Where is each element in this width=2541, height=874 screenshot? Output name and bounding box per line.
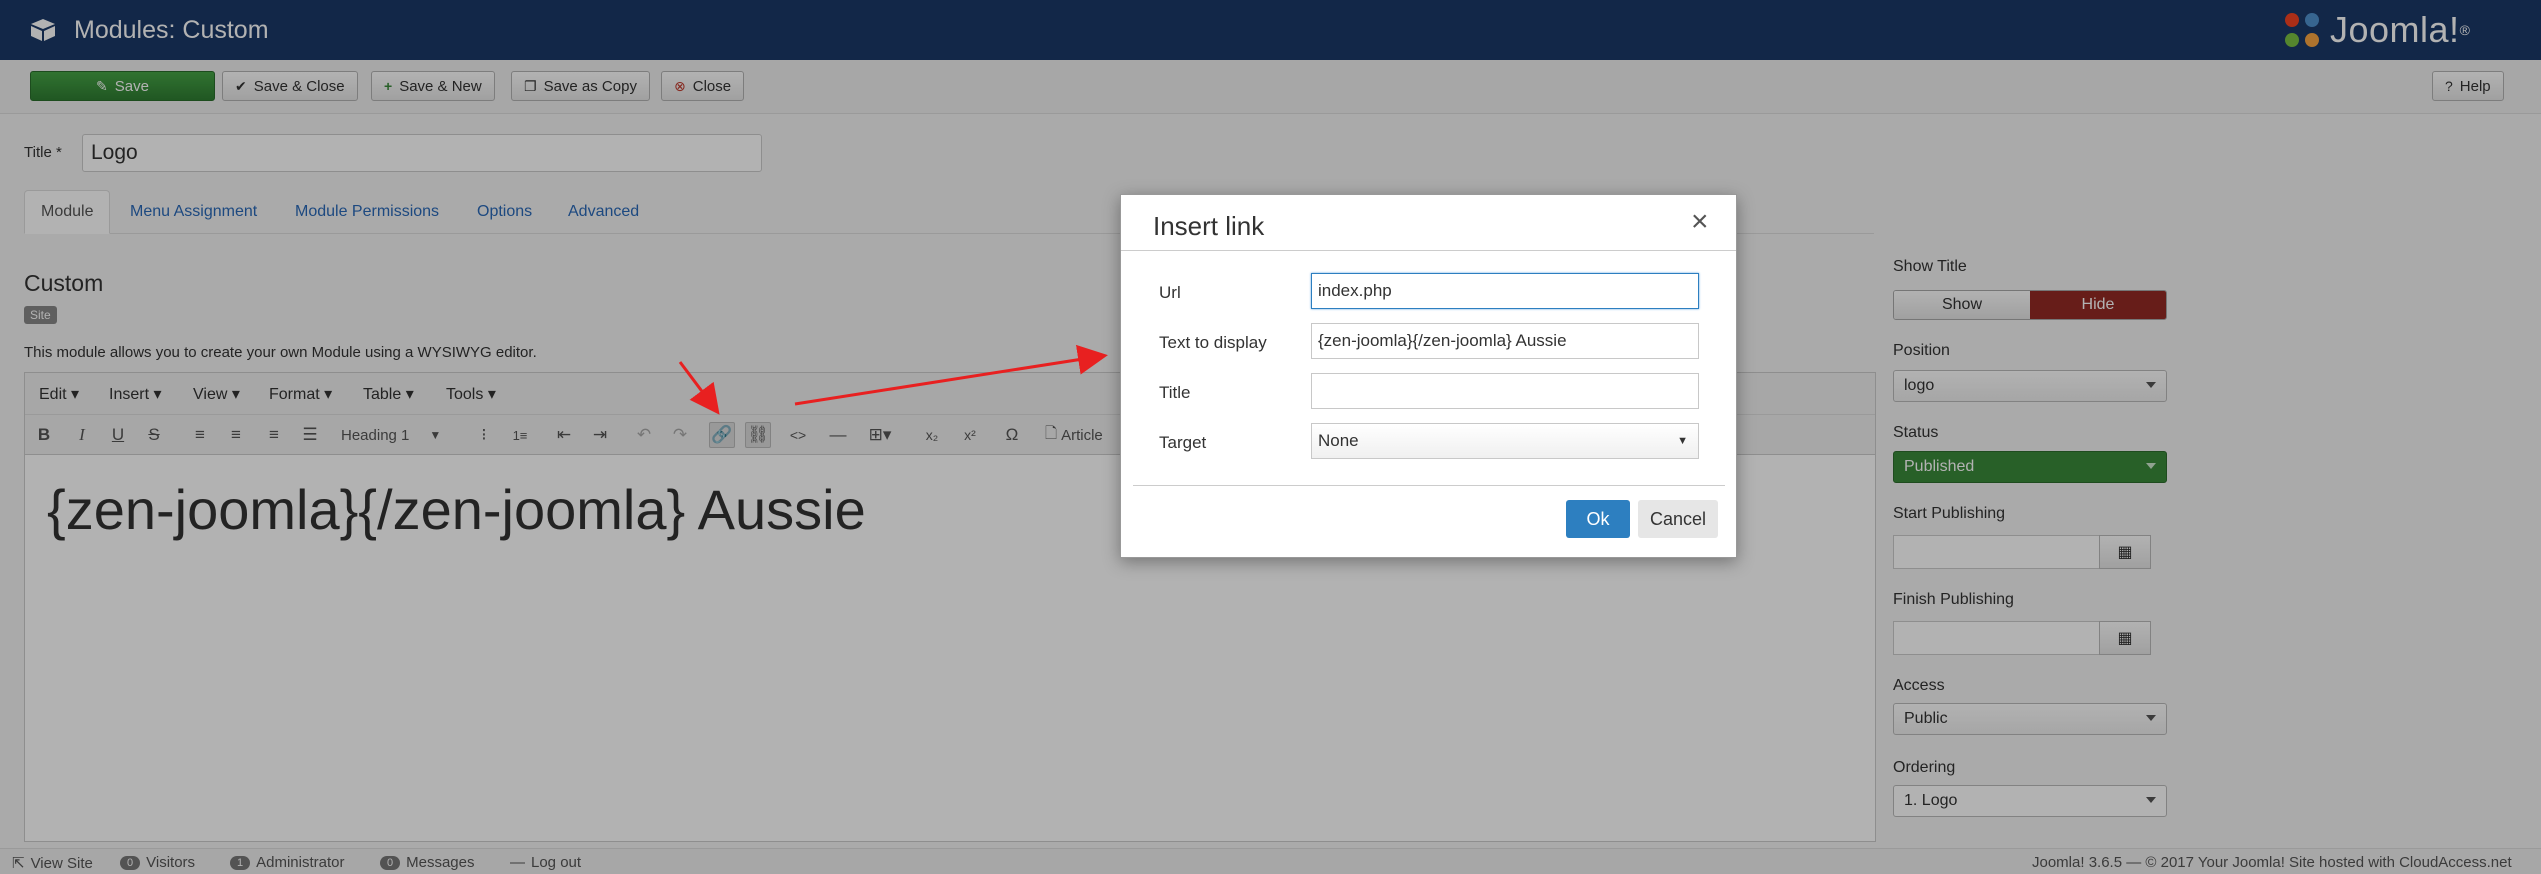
cancel-button[interactable]: Cancel (1638, 500, 1718, 538)
close-icon[interactable]: × (1691, 207, 1709, 237)
dialog-title: Insert link (1153, 211, 1265, 241)
text-to-display-input[interactable]: {zen-joomla}{/zen-joomla} Aussie (1311, 323, 1699, 359)
caret-down-icon: ▼ (1677, 435, 1688, 447)
link-title-label: Title (1159, 383, 1191, 402)
insert-link-dialog: Insert link × Url index.php Text to disp… (1120, 194, 1737, 558)
url-input[interactable]: index.php (1311, 273, 1699, 309)
target-select[interactable]: None ▼ (1311, 423, 1699, 459)
target-label: Target (1159, 433, 1207, 452)
target-value: None (1318, 431, 1359, 450)
link-title-input[interactable] (1311, 373, 1699, 409)
ok-button[interactable]: Ok (1566, 500, 1630, 538)
text-to-display-label: Text to display (1159, 333, 1267, 352)
arrow-to-link-button (678, 361, 720, 415)
url-label: Url (1159, 283, 1181, 302)
dialog-divider (1133, 485, 1725, 486)
arrow-to-modal (794, 344, 1108, 406)
